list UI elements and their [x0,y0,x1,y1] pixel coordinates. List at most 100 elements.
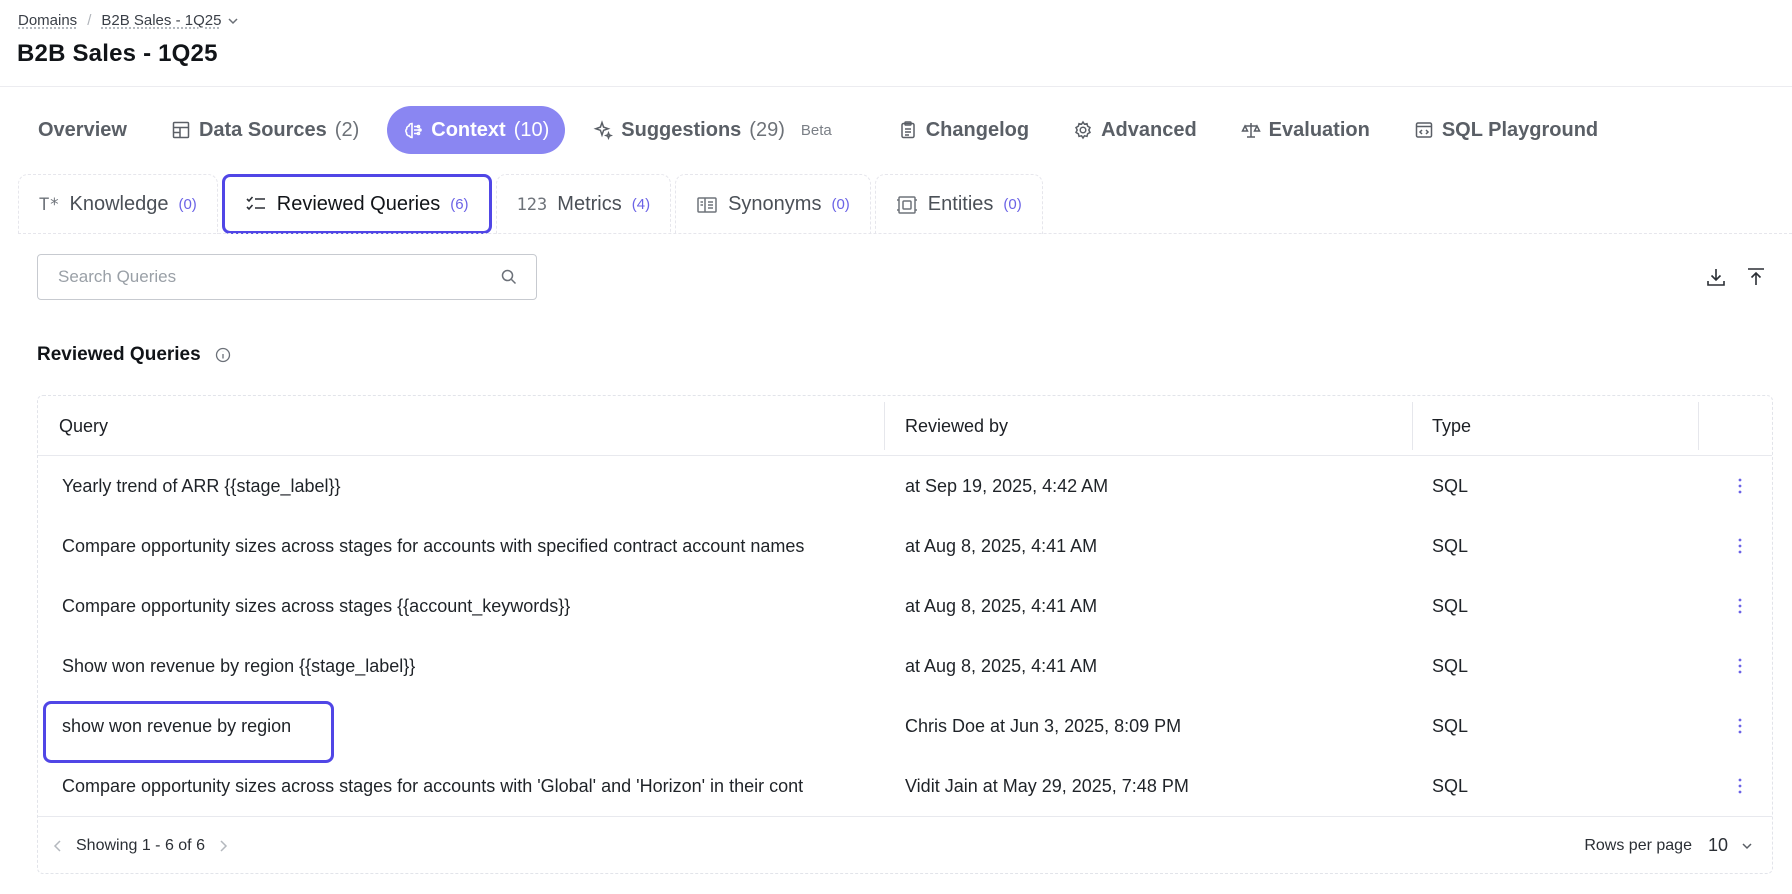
tab-advanced[interactable]: Advanced [1057,106,1213,154]
tab-changelog[interactable]: Changelog [882,106,1045,154]
tab-sql-playground[interactable]: SQL Playground [1398,106,1614,154]
subtab-entities[interactable]: Entities (0) [874,174,1043,234]
tab-label: Changelog [925,118,1030,141]
page-title: B2B Sales - 1Q25 [17,40,218,67]
reviewed-by-cell: at Sep 19, 2025, 4:42 AM [905,475,1109,496]
info-icon[interactable] [215,347,231,363]
subtab-count: (6) [450,195,469,213]
download-button[interactable] [1700,261,1732,293]
tab-count: (10) [513,118,550,141]
tab-data-sources[interactable]: Data Sources (2) [155,106,375,154]
table-row[interactable]: Yearly trend of ARR {{stage_label}} at S… [38,456,1772,516]
column-header-query[interactable]: Query [59,396,108,456]
chevron-right-icon[interactable] [217,839,229,853]
chevron-down-icon[interactable] [1740,839,1754,853]
checklist-icon [246,196,265,211]
breadcrumb-separator: / [87,12,92,29]
search-icon[interactable] [500,268,518,286]
query-cell[interactable]: show won revenue by region [62,696,902,756]
subtab-knowledge[interactable]: T* Knowledge (0) [18,174,218,234]
row-menu-button[interactable] [1724,590,1756,622]
subtab-count: (0) [831,196,850,213]
upload-button[interactable] [1740,261,1772,293]
type-cell: SQL [1432,655,1469,676]
kebab-menu-icon [1738,598,1742,614]
type-cell: SQL [1432,535,1469,556]
column-divider [1698,402,1699,450]
gear-icon [1075,120,1092,140]
subtab-label: Synonyms [728,193,822,215]
tab-label: Data Sources [198,118,327,141]
query-cell[interactable]: Show won revenue by region {{stage_label… [62,636,902,696]
subtab-divider [18,233,1792,234]
query-cell[interactable]: Compare opportunity sizes across stages … [62,516,902,576]
section-title: Reviewed Queries [37,344,231,366]
subtab-reviewed-queries[interactable]: Reviewed Queries (6) [221,174,492,234]
query-cell[interactable]: Compare opportunity sizes across stages … [62,756,902,816]
rows-per-page-select[interactable]: 10 [1708,835,1728,856]
table-row[interactable]: Compare opportunity sizes across stages … [38,516,1772,576]
sub-tabs: T* Knowledge (0) Reviewed Queries (6) 12… [18,174,1047,234]
tab-label: Overview [38,118,127,141]
breadcrumb-current-label: B2B Sales - 1Q25 [101,12,222,29]
column-divider [1412,402,1413,450]
query-cell[interactable]: Yearly trend of ARR {{stage_label}} [62,456,902,516]
tab-evaluation[interactable]: Evaluation [1225,106,1386,154]
subtab-label: Entities [927,193,994,215]
upload-icon [1748,268,1764,285]
row-menu-button[interactable] [1724,770,1756,802]
table-row[interactable]: Compare opportunity sizes across stages … [38,576,1772,636]
breadcrumb: Domains / B2B Sales - 1Q25 [18,12,239,29]
code-window-icon [1415,122,1433,138]
reviewed-by-cell: Chris Doe at Jun 3, 2025, 8:09 PM [905,715,1182,736]
subtab-count: (0) [178,196,197,213]
breadcrumb-current-dropdown[interactable]: B2B Sales - 1Q25 [101,12,239,29]
type-cell: SQL [1432,595,1469,616]
page-header: Domains / B2B Sales - 1Q25 B2B Sales - 1… [0,0,1792,87]
pagination-status: Showing 1 - 6 of 6 [76,836,205,854]
tab-label: Advanced [1101,118,1197,141]
tab-context[interactable]: Context (10) [387,106,566,154]
row-menu-button[interactable] [1724,470,1756,502]
subtab-count: (0) [1003,196,1022,213]
chevron-left-icon[interactable] [52,839,64,853]
reviewed-by-cell: at Aug 8, 2025, 4:41 AM [905,655,1098,676]
kebab-menu-icon [1738,718,1742,734]
rows-per-page-label: Rows per page [1584,836,1692,854]
table-header: Query Reviewed by Type [38,396,1772,456]
row-menu-button[interactable] [1724,530,1756,562]
type-cell: SQL [1432,775,1469,796]
main-tabs: Overview Data Sources (2) Context (10) S… [22,106,1626,154]
search-input[interactable] [56,266,500,288]
type-cell: SQL [1432,715,1469,736]
reviewed-by-cell: Vidit Jain at May 29, 2025, 7:48 PM [905,775,1189,796]
chevron-down-icon [228,17,238,24]
reviewed-by-cell: at Aug 8, 2025, 4:41 AM [905,535,1098,556]
knowledge-icon: T* [39,194,60,215]
subtab-label: Reviewed Queries [276,192,441,215]
tab-suggestions[interactable]: Suggestions (29) Beta [577,106,847,154]
clipboard-icon [900,121,915,139]
table-row[interactable]: Compare opportunity sizes across stages … [38,756,1772,816]
table-row[interactable]: show won revenue by region Chris Doe at … [38,696,1772,763]
search-box [37,254,537,300]
kebab-menu-icon [1738,658,1742,674]
subtab-metrics[interactable]: 123 Metrics (4) [495,174,672,234]
beta-badge: Beta [800,121,832,139]
tab-overview[interactable]: Overview [22,106,143,154]
breadcrumb-domains-link[interactable]: Domains [18,12,77,29]
column-header-reviewed-by[interactable]: Reviewed by [905,396,1008,456]
table-icon [172,121,190,139]
query-cell[interactable]: Compare opportunity sizes across stages … [62,576,902,636]
table-row[interactable]: Show won revenue by region {{stage_label… [38,636,1772,696]
tab-count: (29) [749,118,785,141]
section-title-label: Reviewed Queries [37,344,201,365]
subtab-label: Metrics [557,193,622,215]
row-menu-button[interactable] [1724,710,1756,742]
column-header-type[interactable]: Type [1432,396,1471,456]
row-menu-button[interactable] [1724,650,1756,682]
subtab-synonyms[interactable]: Synonyms (0) [675,174,871,234]
tab-label: SQL Playground [1441,118,1599,141]
kebab-menu-icon [1738,538,1742,554]
tab-count: (2) [334,118,360,141]
